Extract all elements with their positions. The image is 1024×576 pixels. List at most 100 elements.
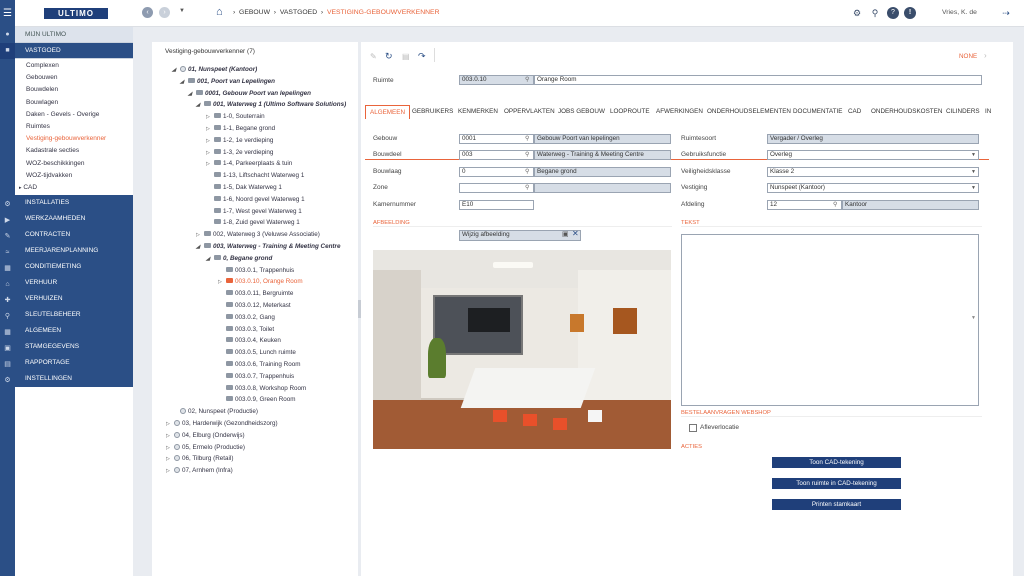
vestiging-select[interactable]: Nunspeet (Kantoor) ▼ <box>767 183 979 193</box>
installaties-icon[interactable]: ⚙ <box>0 197 15 213</box>
expanded-arrow-icon[interactable]: ◢ <box>206 254 214 265</box>
tree-node[interactable]: ◢ 001, Poort van Lepelingen <box>180 76 275 87</box>
nav-item-bouwdelen[interactable]: Bouwdelen <box>15 84 133 96</box>
camera-icon[interactable]: ▣ <box>562 230 569 238</box>
tree-node[interactable]: 003.0.8, Workshop Room <box>218 383 306 394</box>
nav-sleutelbeheer[interactable]: SLEUTELBEHEER <box>15 307 133 324</box>
nav-werkzaamheden[interactable]: WERKZAAMHEDEN <box>15 211 133 228</box>
tree-node[interactable]: ▷ 002, Waterweg 3 (Veluwse Associatie) <box>196 229 320 240</box>
nav-item-complexen[interactable]: Complexen <box>15 60 133 72</box>
nav-item-gebouwen[interactable]: Gebouwen <box>15 72 133 84</box>
breadcrumb-item-vastgoed[interactable]: VASTGOED <box>280 9 317 16</box>
tree-node[interactable]: 003.0.12, Meterkast <box>218 300 291 311</box>
zone-code-field[interactable] <box>459 183 534 193</box>
tree-node[interactable]: ◢ 01, Nunspeet (Kantoor) <box>172 64 257 75</box>
tree-node[interactable]: 1-6, Noord gevel Waterweg 1 <box>206 194 305 205</box>
tab-kenmerken[interactable]: KENMERKEN <box>458 105 498 119</box>
tree-node[interactable]: ▷ 1-3, 2e verdieping <box>206 147 273 158</box>
toon-cad-tekening-button[interactable]: Toon CAD-tekening <box>772 457 901 468</box>
tree-node[interactable]: ▷ 1-1, Begane grond <box>206 123 275 134</box>
tree-node[interactable]: 003.0.1, Trappenhuis <box>218 265 294 276</box>
tree-node[interactable]: 1-13, Liftschacht Waterweg 1 <box>206 170 304 181</box>
tree-node[interactable]: 02, Nunspeet (Productie) <box>172 406 258 417</box>
nav-conditiemeting[interactable]: CONDITIEMETING <box>15 259 133 276</box>
tab-jobs-gebouw[interactable]: JOBS GEBOUW <box>558 105 605 119</box>
tree-node[interactable]: 003.0.7, Trappenhuis <box>218 371 294 382</box>
collapsed-arrow-icon[interactable]: ▷ <box>196 230 204 241</box>
nav-item-kadastrale-secties[interactable]: Kadastrale secties <box>15 145 133 157</box>
tab-cilinders[interactable]: CILINDERS <box>946 105 980 119</box>
nav-item-cad[interactable]: ▸ CAD <box>15 182 133 194</box>
nav-vastgoed[interactable]: VASTGOED <box>15 43 133 59</box>
tekst-textarea[interactable] <box>681 234 979 406</box>
nav-verhuur[interactable]: VERHUUR <box>15 275 133 292</box>
afdeling-code-field[interactable]: 12 <box>767 200 842 210</box>
search-icon[interactable]: ⚲ <box>869 7 881 19</box>
conditie-icon[interactable]: ▦ <box>0 261 15 277</box>
afleverlocatie-checkbox[interactable] <box>689 424 697 432</box>
collapsed-arrow-icon[interactable]: ▷ <box>166 443 174 454</box>
tree-node[interactable]: ▷ 07, Arnhem (Infra) <box>166 465 233 476</box>
nav-installaties[interactable]: INSTALLATIES <box>15 195 133 212</box>
nav-item-bouwlagen[interactable]: Bouwlagen <box>15 97 133 109</box>
tree-node[interactable]: ▷ 1-4, Parkeerplaats & tuin <box>206 158 292 169</box>
nav-item-daken[interactable]: Daken - Gevels - Overige <box>15 109 133 121</box>
nav-item-ruimtes[interactable]: Ruimtes <box>15 121 133 133</box>
nav-item-woz-tijdvakken[interactable]: WOZ-tijdvakken <box>15 170 133 182</box>
tab-gebruikers[interactable]: GEBRUIKERS <box>412 105 453 119</box>
help-icon[interactable]: ? <box>887 7 899 19</box>
tree-node[interactable]: 003.0.6, Training Room <box>218 359 300 370</box>
tree-node[interactable]: 003.0.2, Gang <box>218 312 275 323</box>
veiligheidsklasse-select[interactable]: Klasse 2 ▼ <box>767 167 979 177</box>
collapsed-arrow-icon[interactable]: ▷ <box>206 136 214 147</box>
tree-node[interactable]: 003.0.3, Toilet <box>218 324 274 335</box>
tree-node[interactable]: 003.0.9, Green Room <box>218 394 296 405</box>
bouwdeel-code-field[interactable]: 003 <box>459 150 534 160</box>
kamernummer-field[interactable]: E10 <box>459 200 534 210</box>
nav-item-woz-beschikkingen[interactable]: WOZ-beschikkingen <box>15 158 133 170</box>
collapsed-arrow-icon[interactable]: ▷ <box>206 148 214 159</box>
bouwlaag-code-field[interactable]: 0 <box>459 167 534 177</box>
printen-stamkaart-button[interactable]: Printen stamkaart <box>772 499 901 510</box>
tab-afwerkingen[interactable]: AFWERKINGEN <box>656 105 703 119</box>
werkzaamheden-icon[interactable]: ▶ <box>0 213 15 229</box>
tree-node[interactable]: ▷ 1-2, 1e verdieping <box>206 135 273 146</box>
save-icon[interactable]: ▤ <box>402 52 410 61</box>
share-icon[interactable]: ↷ <box>418 51 426 62</box>
ruimte-name-field[interactable]: Orange Room <box>534 75 982 85</box>
tab-more[interactable]: IN <box>985 105 991 119</box>
logout-icon[interactable]: ⇢ <box>1000 7 1012 19</box>
expanded-arrow-icon[interactable]: ◢ <box>180 77 188 88</box>
nav-item-vestiging-gebouwverkenner[interactable]: Vestiging-gebouwverkenner <box>15 133 133 145</box>
tree-node[interactable]: ▷ 1-0, Souterrain <box>206 111 265 122</box>
nav-contracten[interactable]: CONTRACTEN <box>15 227 133 244</box>
tree-node[interactable]: 1-8, Zuid gevel Waterweg 1 <box>206 217 300 228</box>
tree-node[interactable]: ▷ 04, Elburg (Onderwijs) <box>166 430 245 441</box>
tab-onderhoudselementen[interactable]: ONDERHOUDSELEMENTEN <box>707 105 791 119</box>
expanded-arrow-icon[interactable]: ◢ <box>196 242 204 253</box>
info-icon[interactable]: ! <box>904 7 916 19</box>
tab-documentatie[interactable]: DOCUMENTATIE <box>793 105 842 119</box>
close-icon[interactable]: ✕ <box>572 229 579 238</box>
nav-verhuizen[interactable]: VERHUIZEN <box>15 291 133 308</box>
collapsed-arrow-icon[interactable]: ▷ <box>218 277 226 288</box>
home-icon[interactable]: ⌂ <box>216 6 223 18</box>
collapsed-arrow-icon[interactable]: ▷ <box>166 466 174 477</box>
verhuur-icon[interactable]: ⌂ <box>0 277 15 293</box>
scroll-icon[interactable]: ▼ <box>971 315 976 321</box>
tree-node[interactable]: 003.0.11, Bergruimte <box>218 288 293 299</box>
menu-icon[interactable]: ☰ <box>0 0 15 27</box>
database-icon[interactable]: ▣ <box>0 341 15 357</box>
tree-node[interactable]: 003.0.5, Lunch ruimte <box>218 347 296 358</box>
tree-node[interactable]: ◢ 001, Waterweg 1 (Ultimo Software Soluti… <box>196 99 346 110</box>
gear-icon[interactable]: ⚙ <box>851 7 863 19</box>
expanded-arrow-icon[interactable]: ◢ <box>188 89 196 100</box>
key-icon[interactable]: ⚲ <box>0 309 15 325</box>
grid-icon[interactable]: ▦ <box>0 325 15 341</box>
search-icon[interactable]: ⚲ <box>525 75 529 85</box>
building-icon[interactable]: ■ <box>0 43 15 59</box>
collapsed-arrow-icon[interactable]: ▷ <box>206 112 214 123</box>
nav-instellingen[interactable]: INSTELLINGEN <box>15 371 133 388</box>
tree-node[interactable]: 1-7, West gevel Waterweg 1 <box>206 206 302 217</box>
expanded-arrow-icon[interactable]: ◢ <box>172 65 180 76</box>
